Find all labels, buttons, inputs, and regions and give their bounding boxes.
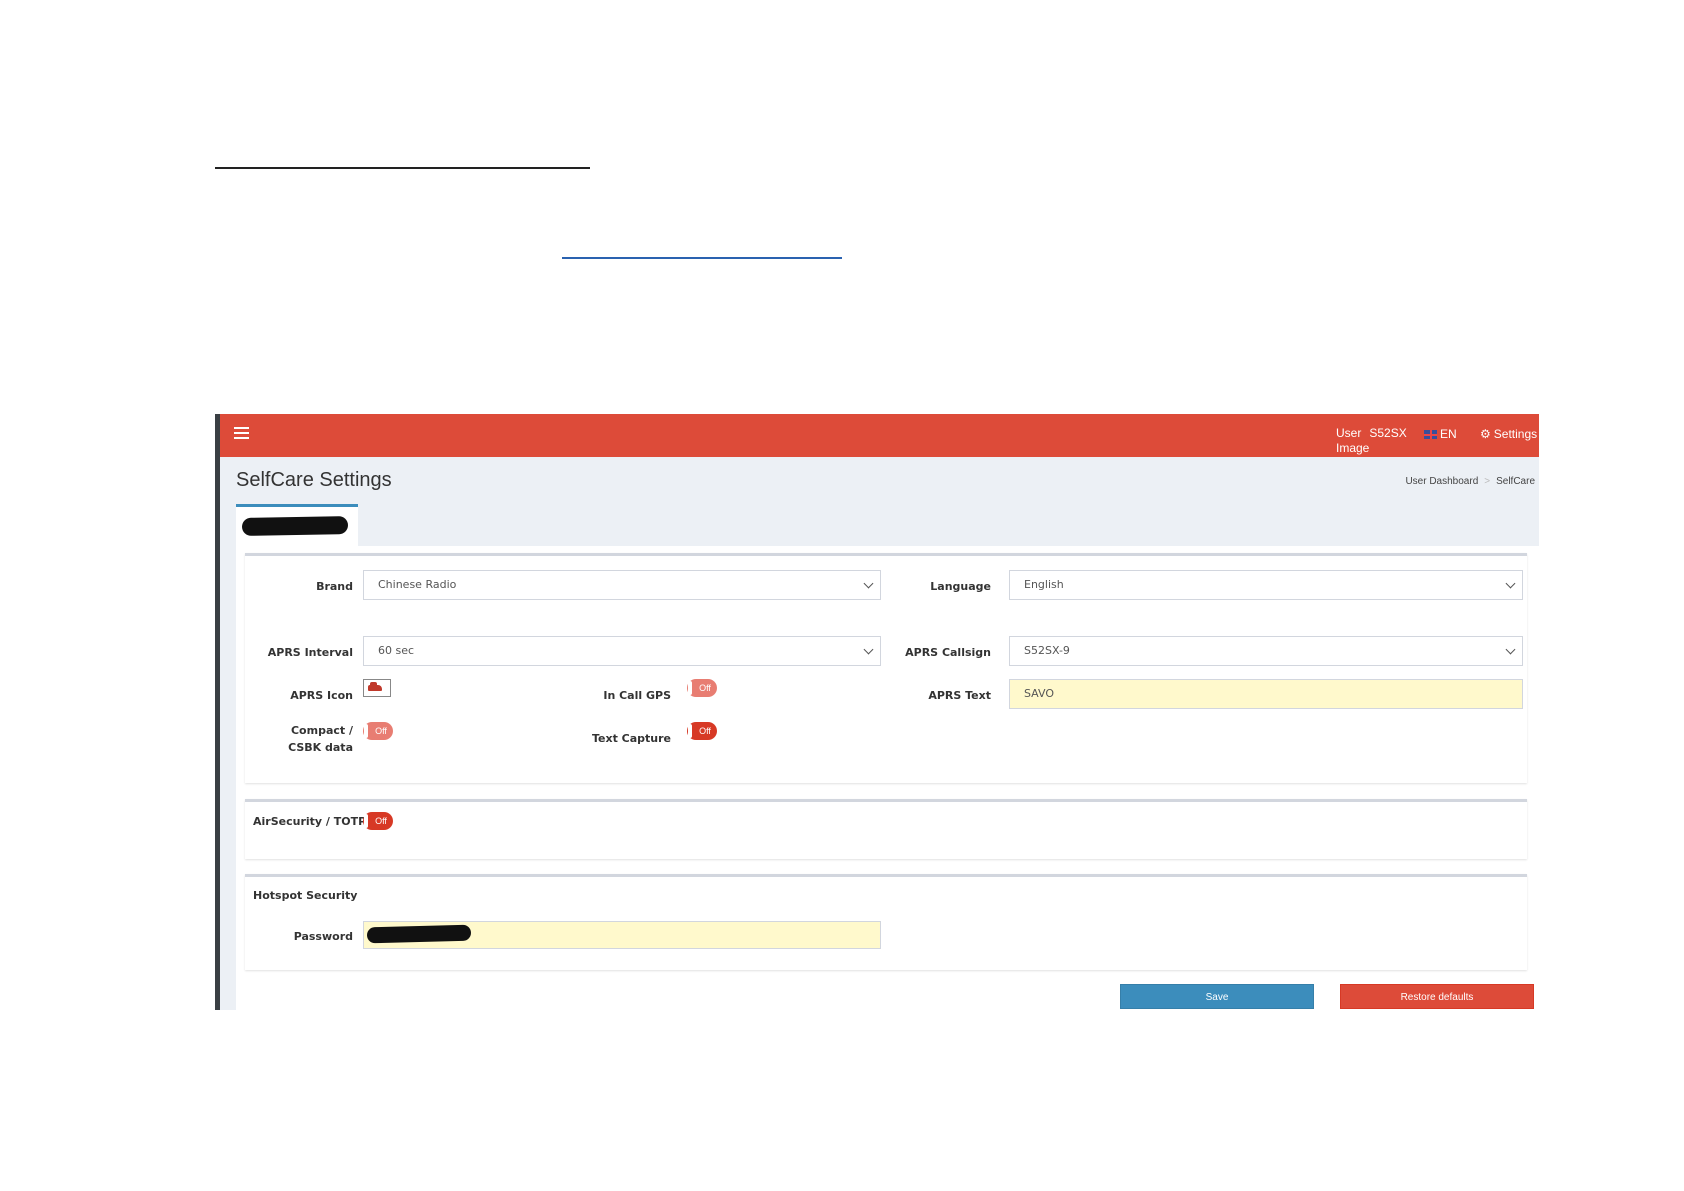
radio-settings-box: Brand Chinese Radio Language English APR… xyxy=(245,553,1527,783)
toggle-state: Off xyxy=(375,816,387,826)
breadcrumb-separator: > xyxy=(1484,476,1491,487)
save-button[interactable]: Save xyxy=(1120,984,1314,1009)
chevron-down-icon xyxy=(863,644,874,655)
text-capture-toggle[interactable]: Off xyxy=(687,722,717,740)
aprs-text-input[interactable]: SAVO xyxy=(1009,679,1523,709)
hotspot-security-title: Hotspot Security xyxy=(253,889,358,902)
chevron-down-icon xyxy=(1505,644,1516,655)
compact-csbk-toggle[interactable]: Off xyxy=(363,722,393,740)
redacted-password xyxy=(366,924,472,944)
settings-label: Settings xyxy=(1493,427,1538,441)
aprs-icon-label: APRS Icon xyxy=(290,689,353,702)
car-icon xyxy=(368,682,382,691)
compact-csbk-label-line1: Compact / xyxy=(290,724,353,737)
language-code: EN xyxy=(1440,427,1457,441)
uk-flag-icon xyxy=(1424,430,1437,439)
air-security-box: AirSecurity / TOTP Off xyxy=(245,799,1527,859)
breadcrumb-dashboard[interactable]: User Dashboard xyxy=(1405,476,1478,487)
breadcrumb-current: SelfCare xyxy=(1496,476,1535,487)
toggle-knob xyxy=(688,724,692,738)
settings-menu[interactable]: ⚙ Settings xyxy=(1480,427,1537,441)
restore-defaults-button[interactable]: Restore defaults xyxy=(1340,984,1534,1009)
language-menu[interactable]: EN xyxy=(1424,427,1457,441)
decorative-rule-black xyxy=(215,167,590,169)
language-label: Language xyxy=(930,580,991,593)
brand-value: Chinese Radio xyxy=(378,578,457,591)
in-call-gps-toggle[interactable]: Off xyxy=(687,679,717,697)
password-label: Password xyxy=(293,930,353,943)
aprs-callsign-select[interactable]: S52SX-9 xyxy=(1009,636,1523,666)
aprs-interval-select[interactable]: 60 sec xyxy=(363,636,881,666)
chevron-down-icon xyxy=(863,578,874,589)
toggle-knob xyxy=(364,724,368,738)
air-security-label: AirSecurity / TOTP xyxy=(253,815,367,828)
brand-select[interactable]: Chinese Radio xyxy=(363,570,881,600)
aprs-text-label: APRS Text xyxy=(928,689,991,702)
user-menu[interactable]: User S52SX Image xyxy=(1336,426,1407,456)
tab-active[interactable] xyxy=(236,504,358,546)
compact-csbk-label-line2: CSBK data xyxy=(288,741,353,754)
language-select[interactable]: English xyxy=(1009,570,1523,600)
toggle-knob xyxy=(364,814,368,828)
user-id: S52SX xyxy=(1369,426,1407,440)
aprs-callsign-value: S52SX-9 xyxy=(1024,644,1070,657)
breadcrumb: User Dashboard > SelfCare xyxy=(1405,476,1535,487)
user-label: User xyxy=(1336,426,1362,440)
aprs-callsign-label: APRS Callsign xyxy=(905,646,991,659)
hamburger-menu-icon[interactable] xyxy=(234,427,249,441)
toggle-state: Off xyxy=(375,726,387,736)
top-navbar: User S52SX Image EN ⚙ Settings xyxy=(220,414,1539,457)
redacted-tab-label xyxy=(241,516,349,536)
aprs-icon-picker[interactable] xyxy=(363,679,391,697)
toggle-knob xyxy=(688,681,692,695)
decorative-rule-blue xyxy=(562,257,842,259)
toggle-state: Off xyxy=(699,683,711,693)
brand-label: Brand xyxy=(316,580,353,593)
compact-csbk-label: Compact / CSBK data xyxy=(263,722,353,756)
user-image-label: Image xyxy=(1336,441,1370,455)
gears-icon: ⚙ xyxy=(1480,427,1491,441)
toggle-state: Off xyxy=(699,726,711,736)
aprs-interval-value: 60 sec xyxy=(378,644,415,657)
password-input[interactable] xyxy=(363,921,881,949)
language-value: English xyxy=(1024,578,1064,591)
air-security-toggle[interactable]: Off xyxy=(363,812,393,830)
in-call-gps-label: In Call GPS xyxy=(603,689,671,702)
aprs-text-value: SAVO xyxy=(1024,687,1054,700)
hotspot-security-box: Hotspot Security Password xyxy=(245,874,1527,970)
text-capture-label: Text Capture xyxy=(591,732,671,745)
page-title: SelfCare Settings xyxy=(236,469,392,491)
chevron-down-icon xyxy=(1505,578,1516,589)
aprs-interval-label: APRS Interval xyxy=(267,646,353,659)
app-window: User S52SX Image EN ⚙ Settings SelfCare Se… xyxy=(215,414,1539,1010)
